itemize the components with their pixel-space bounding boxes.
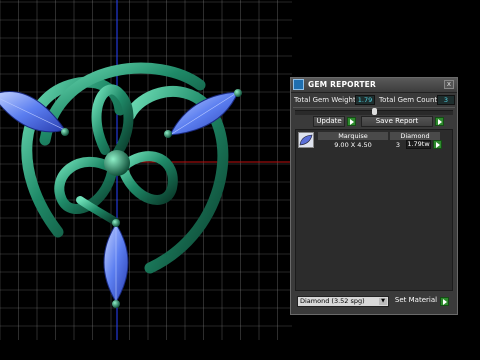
center-bead (104, 150, 130, 176)
gem-count-cell: 3 (395, 141, 401, 149)
total-gem-weight-label: Total Gem Weight (294, 96, 356, 104)
material-select[interactable]: Diamond (3.52 spg) ▼ (297, 296, 389, 307)
material-select-value: Diamond (3.52 spg) (300, 297, 365, 305)
panel-slider-handle[interactable] (372, 108, 377, 115)
column-header-shape: Marquise (318, 132, 388, 140)
gem-weight-cell: 1.79tw (406, 140, 431, 149)
save-report-button[interactable]: Save Report (361, 116, 433, 127)
gem-size-cell: 9.00 X 4.50 (334, 141, 372, 149)
total-gem-count-label: Total Gem Count (379, 96, 438, 104)
total-gem-count-value: 3 (437, 95, 455, 105)
panel-title: GEM REPORTER (308, 80, 376, 89)
column-header-material: Diamond (390, 132, 440, 140)
row-go-icon[interactable] (433, 140, 442, 149)
set-material-button[interactable]: Set Material (393, 296, 439, 307)
marquise-gem-icon (298, 132, 314, 148)
chevron-down-icon: ▼ (379, 298, 387, 305)
grid (0, 0, 292, 340)
update-button[interactable]: Update (313, 116, 345, 127)
marquise-gem-bottom (103, 219, 129, 308)
gem-reporter-panel: GEM REPORTER x Total Gem Weight 1.79 Tot… (290, 77, 458, 315)
metal-loop-right (119, 151, 178, 205)
save-report-go-icon[interactable] (435, 117, 444, 126)
total-gem-weight-value: 1.79 (355, 95, 375, 105)
set-material-go-icon[interactable] (440, 297, 449, 306)
update-go-icon[interactable] (347, 117, 356, 126)
panel-titlebar[interactable]: GEM REPORTER x (291, 78, 457, 93)
close-icon[interactable]: x (444, 80, 454, 89)
gem-list[interactable]: Marquise Diamond 9.00 X 4.50 3 1.79tw (295, 129, 453, 291)
gem-reporter-logo-icon (293, 79, 304, 90)
